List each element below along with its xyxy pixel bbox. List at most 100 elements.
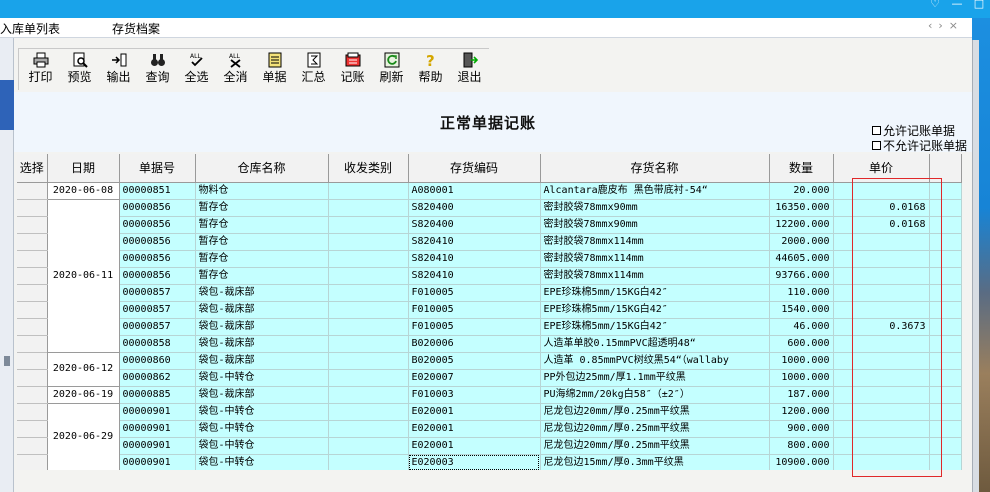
select-cell[interactable] [17,267,48,285]
column-header[interactable]: 存货名称 [540,154,770,183]
filler-cell [929,454,962,472]
table-row[interactable]: 00000901 袋包-中转仓 E020003 尼龙包边15mm/厚0.3mm平纹黑 1… [17,454,962,472]
toolbar-button-printer[interactable]: 打印 [21,49,60,89]
table-row[interactable]: 00000862 袋包-中转仓 E020007 PP外包边25mm/厚1.1mm平纹黑… [17,369,962,387]
filler-cell [929,386,962,404]
toolbar-button-binoculars[interactable]: 查询 [138,49,177,89]
column-header[interactable]: 数量 [769,154,834,183]
table-row[interactable]: 00000901 袋包-中转仓 E020001 尼龙包边20mm/厚0.25mm平纹黑… [17,420,962,438]
unit-price-cell[interactable] [833,454,930,472]
select-cell[interactable] [17,352,48,370]
tab-inventory-archive[interactable]: 存货档案 [112,20,160,37]
column-header[interactable]: 选择 [17,154,48,183]
item-code-cell: S820410 [408,233,541,251]
toolbar-button-select-all[interactable]: ALL 全选 [177,49,216,89]
allow-posting-checkbox[interactable] [872,126,881,135]
disallow-posting-checkbox[interactable] [872,141,881,150]
table-row[interactable]: 00000856 暂存仓 S820410 密封胶袋78mmx114mm 93766.00… [17,267,962,285]
item-name-cell: 人造革 0.85mmPVC树纹黑54“（wallaby [540,352,770,370]
tab-inbound-list[interactable]: 入库单列表 [0,20,60,37]
toolbar-button-refresh[interactable]: 刷新 [372,49,411,89]
table-row[interactable]: 00000857 袋包-裁床部 F010005 EPE珍珠棉5mm/15KG白42″ 4… [17,318,962,336]
table-row[interactable]: 00000857 袋包-裁床部 F010005 EPE珍珠棉5mm/15KG白42″ 1… [17,301,962,319]
select-cell[interactable] [17,454,48,472]
select-cell[interactable] [17,335,48,353]
table-row[interactable]: 00000856 暂存仓 S820410 密封胶袋78mmx114mm 44605.00… [17,250,962,268]
select-cell[interactable] [17,403,48,421]
column-header[interactable]: 单据号 [119,154,196,183]
unit-price-cell[interactable] [833,301,930,319]
table-row[interactable]: 2020-06-19 00000885 袋包-裁床部 F010003 PU海绵2mm/2… [17,386,962,404]
select-cell[interactable] [17,250,48,268]
disallow-posting-option[interactable]: 不允许记账单据 [872,137,967,154]
unit-price-cell[interactable] [833,420,930,438]
svg-text:?: ? [426,52,435,68]
select-cell[interactable] [17,369,48,387]
unit-price-cell[interactable] [833,267,930,285]
grid-footer [17,470,962,492]
unit-price-cell[interactable] [833,386,930,404]
table-row[interactable]: 2020-06-12 00000860 袋包-裁床部 B020005 人造革 0.85m… [17,352,962,387]
item-code-cell[interactable]: E020003 [408,454,541,472]
doc-number-cell: 00000856 [119,233,196,251]
unit-price-cell[interactable] [833,335,930,353]
table-row[interactable]: 00000856 暂存仓 S820400 密封胶袋78mmx90mm 12200.000… [17,216,962,234]
column-header[interactable]: 收发类别 [328,154,409,183]
select-cell[interactable] [17,216,48,234]
select-cell[interactable] [17,437,48,455]
heart-icon[interactable]: ♡ [924,0,946,9]
io-type-cell [328,284,409,302]
filler-cell [929,301,962,319]
column-header[interactable]: 日期 [47,154,120,183]
unit-price-cell[interactable] [833,233,930,251]
select-cell[interactable] [17,284,48,302]
table-row[interactable]: 2020-06-08 00000851 物料仓 A080001 Alcantara鹿皮布… [17,182,962,200]
warehouse-cell: 袋包-裁床部 [195,284,329,302]
table-row[interactable]: 00000856 暂存仓 S820410 密封胶袋78mmx114mm 2000.000 [17,233,962,251]
minimize-icon[interactable]: — [946,0,968,9]
table-row[interactable]: 2020-06-11 00000856 暂存仓 S820400 密封胶袋78mmx90m… [17,199,962,353]
select-cell[interactable] [17,386,48,404]
unit-price-cell[interactable] [833,182,930,200]
splitter-handle[interactable] [4,356,10,366]
maximize-icon[interactable]: □ [968,0,990,9]
toolbar-button-document[interactable]: 单据 [255,49,294,89]
toolbar-button-exit[interactable]: 退出 [450,49,489,89]
table-row[interactable]: 2020-06-29 00000901 袋包-中转仓 E020001 尼龙包边20mm/… [17,403,962,472]
unit-price-cell[interactable] [833,437,930,455]
select-cell[interactable] [17,199,48,217]
unit-price-cell[interactable] [833,403,930,421]
toolbar-button-label: 全消 [223,70,248,84]
toolbar-button-label: 汇总 [301,70,326,84]
toolbar-button-deselect-all[interactable]: ALL 全消 [216,49,255,89]
table-row[interactable]: 00000857 袋包-裁床部 F010005 EPE珍珠棉5mm/15KG白42″ 1… [17,284,962,302]
toolbar-button-export[interactable]: 输出 [99,49,138,89]
toolbar-button-preview[interactable]: 预览 [60,49,99,89]
unit-price-cell[interactable] [833,284,930,302]
select-cell[interactable] [17,420,48,438]
column-header[interactable]: 仓库名称 [195,154,329,183]
unit-price-cell[interactable] [833,352,930,370]
unit-price-cell[interactable]: 0.0168 [833,216,930,234]
toolbar-button-help[interactable]: ? 帮助 [411,49,450,89]
item-code-cell: E020001 [408,403,541,421]
select-cell[interactable] [17,233,48,251]
vertical-scrollbar[interactable] [972,40,979,492]
quantity-cell: 46.000 [769,318,834,336]
toolbar-button-ledger[interactable]: 记账 [333,49,372,89]
column-header[interactable]: 单价 [833,154,930,183]
select-cell[interactable] [17,301,48,319]
toolbar-button-summary[interactable]: 汇总 [294,49,333,89]
unit-price-cell[interactable] [833,369,930,387]
warehouse-cell: 袋包-中转仓 [195,403,329,421]
table-row[interactable]: 00000901 袋包-中转仓 E020001 尼龙包边20mm/厚0.25mm平纹黑… [17,437,962,455]
doc-number-cell: 00000856 [119,267,196,285]
tab-controls[interactable]: ‹›× [928,19,964,32]
select-cell[interactable] [17,318,48,336]
unit-price-cell[interactable]: 0.0168 [833,199,930,217]
select-cell[interactable] [17,182,48,200]
unit-price-cell[interactable] [833,250,930,268]
column-header[interactable]: 存货编码 [408,154,541,183]
table-row[interactable]: 00000858 袋包-裁床部 B020006 人造革单胶0.15mmPVC超透明48… [17,335,962,353]
unit-price-cell[interactable]: 0.3673 [833,318,930,336]
